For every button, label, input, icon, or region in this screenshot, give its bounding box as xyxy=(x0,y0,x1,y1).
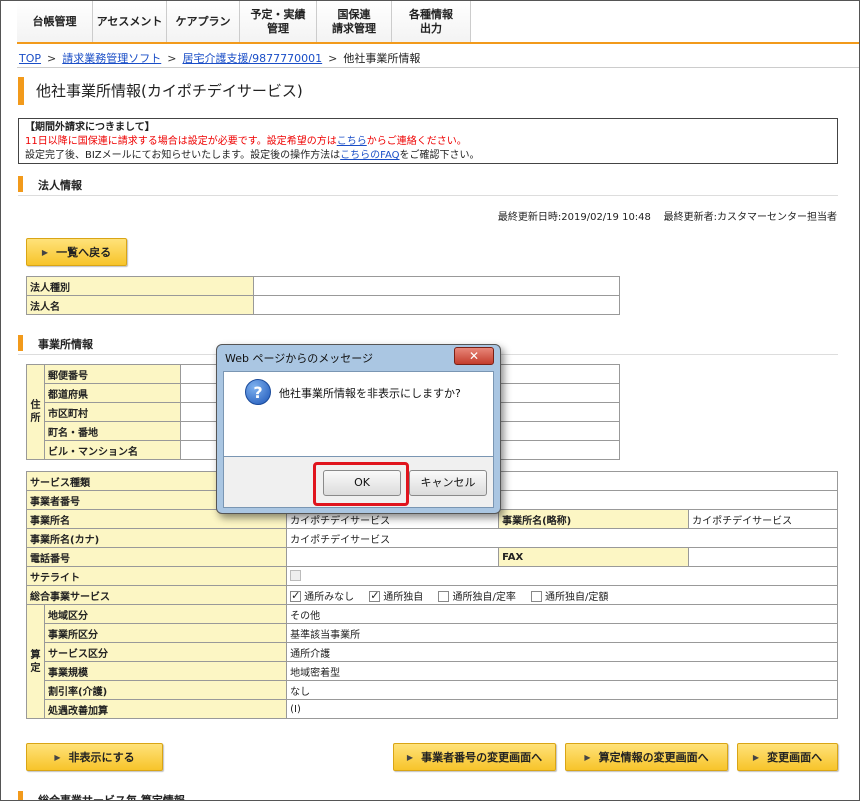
table-row: 法人種別 xyxy=(26,276,620,296)
section-general-service-calc: 総合事業サービス毎 算定情報 xyxy=(18,789,838,800)
option-checkbox-teigaku[interactable] xyxy=(531,591,543,602)
nav-tab-assessment[interactable]: アセスメント xyxy=(93,1,167,42)
question-icon: ? xyxy=(245,379,271,405)
corp-table: 法人種別 法人名 xyxy=(26,276,620,315)
notice-line-1: 11日以降に国保連に請求する場合は設定が必要です。設定希望の方はこちらからご連絡… xyxy=(25,136,467,147)
general-service-options: 通所みなし 通所独自 通所独自/定率 通所独自/定額 xyxy=(286,585,838,605)
notice-title: 【期間外請求につきまして】 xyxy=(25,122,155,133)
notice-faq-link[interactable]: こちらのFAQ xyxy=(340,150,399,161)
nav-tab-careplan[interactable]: ケアプラン xyxy=(167,1,240,42)
section-marker xyxy=(18,791,23,800)
billing-notice: 【期間外請求につきまして】 11日以降に国保連に請求する場合は設定が必要です。設… xyxy=(18,118,838,164)
option-checkbox-minashi[interactable] xyxy=(290,589,302,602)
breadcrumb-billing-link[interactable]: 請求業務管理ソフト xyxy=(62,52,161,65)
table-row: 割引率(介護) なし xyxy=(27,680,838,700)
breadcrumb-current: 他社事業所情報 xyxy=(343,52,421,65)
ok-button-highlight xyxy=(313,462,409,506)
arrow-right-icon: ▶ xyxy=(406,752,414,762)
nav-tab-ledger[interactable]: 台帳管理 xyxy=(17,1,93,42)
top-nav: 台帳管理 アセスメント ケアプラン 予定・実績 管理 国保連 請求管理 各種情報… xyxy=(17,1,859,44)
table-row: 事業規模 地域密着型 xyxy=(27,661,838,681)
option-checkbox-dokuji[interactable] xyxy=(369,589,381,602)
table-row: サービス区分 通所介護 xyxy=(27,642,838,662)
change-calc-info-button[interactable]: ▶ 算定情報の変更画面へ xyxy=(565,743,728,771)
nav-tab-schedule[interactable]: 予定・実績 管理 xyxy=(240,1,317,42)
change-screen-button[interactable]: ▶ 変更画面へ xyxy=(737,743,838,771)
arrow-right-icon: ▶ xyxy=(752,752,760,762)
browser-page: 台帳管理 アセスメント ケアプラン 予定・実績 管理 国保連 請求管理 各種情報… xyxy=(0,0,860,801)
breadcrumb-divider xyxy=(17,67,859,68)
breadcrumb: TOP > 請求業務管理ソフト > 居宅介護支援/9877770001 > 他社事業所情報 xyxy=(19,52,421,65)
notice-contact-link[interactable]: こちら xyxy=(337,136,367,147)
section-corp: 法人情報 xyxy=(18,174,838,196)
arrow-right-icon: ▶ xyxy=(41,247,49,257)
arrow-right-icon: ▶ xyxy=(584,752,591,762)
notice-line-2: 設定完了後、BIZメールにてお知らせいたします。設定後の操作方法はこちらのFAQ… xyxy=(25,150,480,161)
dialog-title: Web ページからのメッセージ xyxy=(225,352,374,365)
section-marker xyxy=(18,176,23,192)
page-title: 他社事業所情報(カイポチデイサービス) xyxy=(18,77,303,105)
nav-tab-output[interactable]: 各種情報 出力 xyxy=(392,1,471,42)
arrow-right-icon: ▶ xyxy=(54,752,61,762)
table-row: 電話番号 FAX xyxy=(25,547,838,567)
close-icon[interactable]: ✕ xyxy=(454,347,494,365)
satellite-checkbox[interactable] xyxy=(290,570,302,582)
table-row: 算 定地域区分 その他 xyxy=(26,604,838,719)
breadcrumb-office-link[interactable]: 居宅介護支援/9877770001 xyxy=(182,52,322,65)
cancel-button[interactable]: キャンセル xyxy=(409,470,487,496)
back-to-list-button[interactable]: ▶ 一覧へ戻る xyxy=(26,238,127,266)
table-row: 法人名 xyxy=(26,295,620,315)
section-marker xyxy=(18,335,23,351)
option-checkbox-teiritsu[interactable] xyxy=(438,591,450,602)
change-office-number-button[interactable]: ▶ 事業者番号の変更画面へ xyxy=(393,743,556,771)
breadcrumb-top-link[interactable]: TOP xyxy=(19,52,41,65)
nav-tab-kokuho[interactable]: 国保連 請求管理 xyxy=(317,1,392,42)
table-row: サテライト xyxy=(25,566,838,586)
table-row: 総合事業サービス 通所みなし 通所独自 通所独自/定率 通所独自/定額 xyxy=(25,585,838,605)
hide-button[interactable]: ▶ 非表示にする xyxy=(26,743,163,771)
last-updated: 最終更新日時:2019/02/19 10:48 最終更新者:カスタマーセンター担… xyxy=(497,212,837,223)
dialog-message: 他社事業所情報を非表示にしますか? xyxy=(279,387,461,400)
table-row: 処遇改善加算 (Ⅰ) xyxy=(27,699,838,719)
table-row: 事業所区分 基準該当事業所 xyxy=(27,623,838,643)
table-row: 事業所名(カナ) カイポチデイサービス xyxy=(25,528,838,548)
